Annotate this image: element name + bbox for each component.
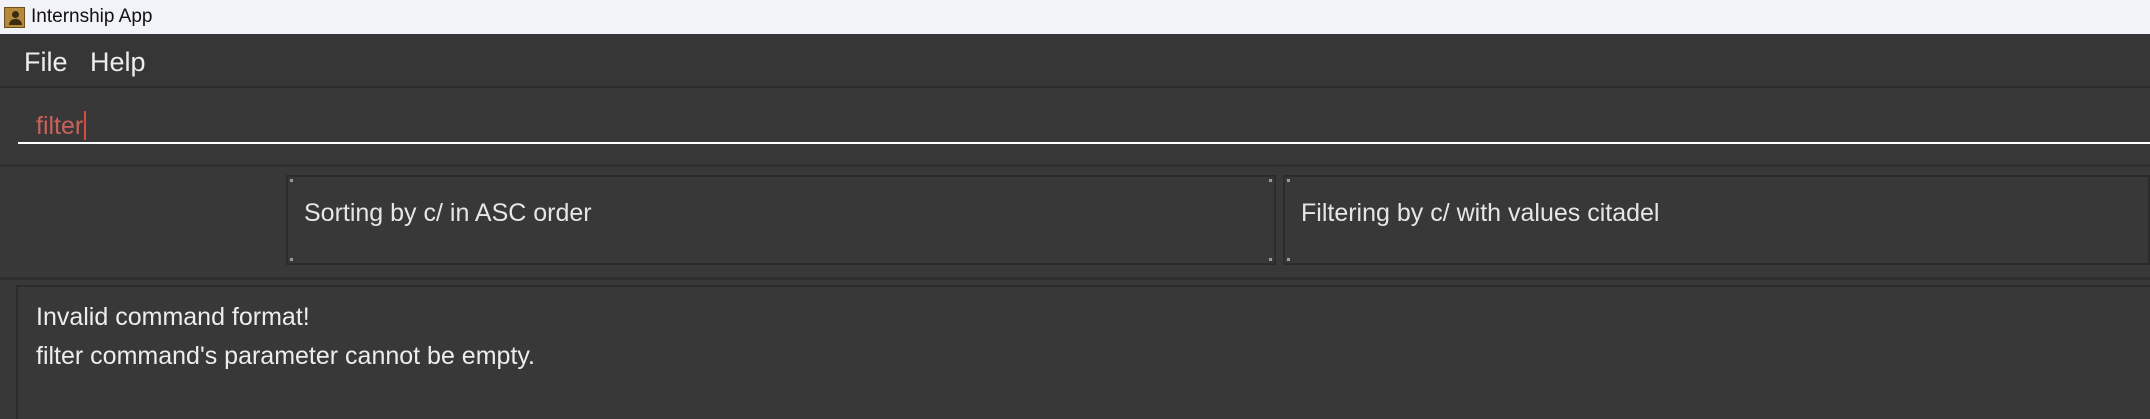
menu-help[interactable]: Help <box>90 47 146 77</box>
panel-corner-marker <box>1287 179 1290 182</box>
sort-filter-status-row: Sorting by c/ in ASC order Filtering by … <box>0 167 2150 280</box>
menu-file[interactable]: File <box>24 47 68 77</box>
text-caret <box>84 111 87 140</box>
command-input[interactable]: filter <box>18 106 2150 144</box>
panel-corner-marker <box>1269 258 1272 261</box>
filter-status-panel: Filtering by c/ with values citadel <box>1283 175 2150 265</box>
result-display: Invalid command format! filter command's… <box>16 285 2150 419</box>
menu-bar: File Help <box>0 34 2150 88</box>
window-title: Internship App <box>31 6 153 27</box>
result-line-error: Invalid command format! <box>36 303 310 331</box>
panel-corner-marker <box>1287 258 1290 261</box>
app-window: Internship App File Help filter Sorting … <box>0 0 2150 419</box>
panel-corner-marker <box>290 258 293 261</box>
sort-status-panel: Sorting by c/ in ASC order <box>286 175 1276 265</box>
person-badge-icon <box>4 7 25 28</box>
command-input-value: filter <box>36 112 84 140</box>
command-box: filter <box>0 88 2150 167</box>
sort-status-text: Sorting by c/ in ASC order <box>304 199 592 227</box>
title-bar: Internship App <box>0 0 2150 34</box>
panel-corner-marker <box>1269 179 1272 182</box>
result-line-detail: filter command's parameter cannot be emp… <box>36 342 535 370</box>
filter-status-text: Filtering by c/ with values citadel <box>1301 199 1660 227</box>
panel-corner-marker <box>290 179 293 182</box>
command-input-text: filter <box>36 111 87 140</box>
